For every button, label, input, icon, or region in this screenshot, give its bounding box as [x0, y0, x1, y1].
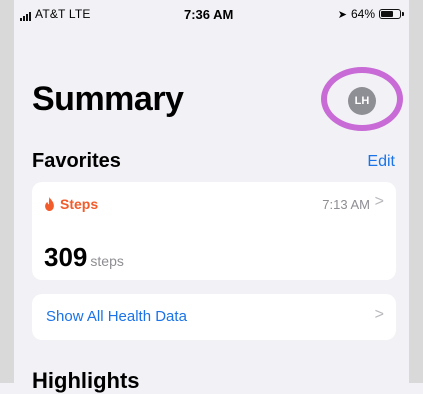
show-all-health-data-button[interactable]: Show All Health Data >: [32, 294, 396, 340]
profile-avatar-button[interactable]: LH: [348, 87, 376, 115]
steps-unit: steps: [90, 253, 124, 269]
status-right: ➤ 64%: [337, 7, 404, 21]
steps-card[interactable]: Steps 7:13 AM > 309 steps: [32, 182, 396, 280]
status-time: 7:36 AM: [184, 7, 234, 22]
battery-fill: [381, 11, 393, 17]
flame-icon: [45, 197, 54, 211]
right-border: [409, 0, 423, 383]
edit-button[interactable]: Edit: [367, 153, 395, 171]
show-all-label: Show All Health Data: [46, 308, 187, 325]
chevron-right-icon: >: [374, 193, 384, 210]
status-left: AT&T LTE: [20, 7, 91, 21]
page-title: Summary: [32, 80, 184, 118]
screenshot-frame: AT&T LTE 7:36 AM ➤ 64% Summary LH Favori…: [0, 0, 423, 393]
signal-bars-icon: [20, 12, 31, 21]
battery-tip: [402, 12, 404, 16]
status-bar: AT&T LTE 7:36 AM ➤ 64%: [14, 0, 409, 30]
battery-percent: 64%: [350, 7, 375, 21]
steps-label: Steps: [60, 196, 99, 212]
health-summary-screen: AT&T LTE 7:36 AM ➤ 64% Summary LH Favori…: [14, 0, 409, 393]
steps-time: 7:13 AM: [322, 197, 370, 212]
chevron-right-icon: >: [374, 306, 384, 323]
battery-icon: [379, 9, 404, 19]
steps-value: 309: [44, 242, 88, 272]
highlights-heading: Highlights: [32, 368, 140, 393]
steps-card-header: Steps: [44, 196, 98, 212]
favorites-heading: Favorites: [32, 150, 121, 172]
steps-value-row: 309 steps: [44, 242, 124, 273]
carrier-label: AT&T LTE: [35, 7, 91, 21]
location-arrow-icon: ➤: [337, 8, 347, 21]
left-border: [0, 0, 14, 383]
